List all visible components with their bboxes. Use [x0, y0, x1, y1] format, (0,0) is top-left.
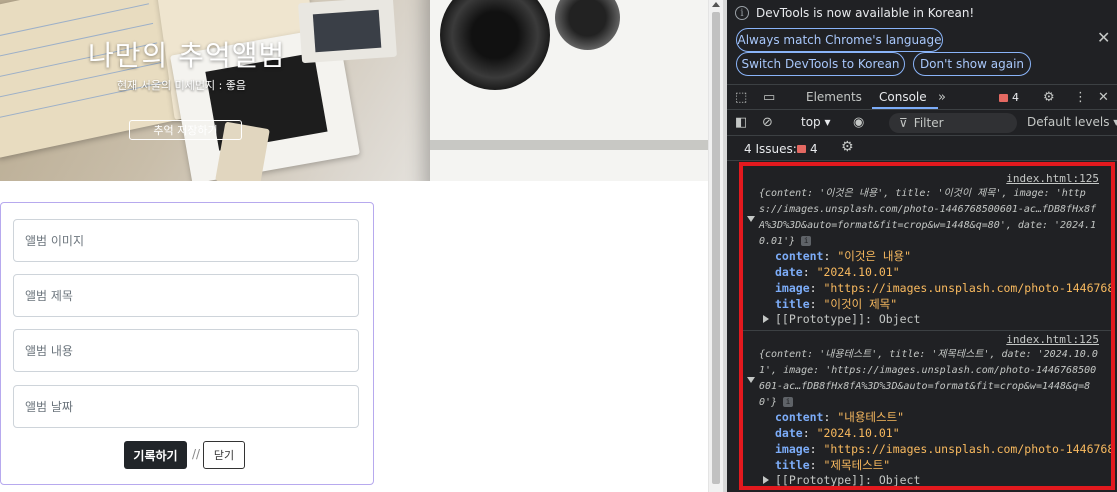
dust-status-text: 현재 서울의 미세먼지 : 좋음 — [117, 79, 247, 92]
log-source-link[interactable]: index.html:125 — [1006, 333, 1099, 346]
inspect-element-icon[interactable]: ⬚ — [735, 90, 747, 105]
button-separator: // — [192, 447, 201, 461]
log-source-link[interactable]: index.html:125 — [1006, 172, 1099, 185]
log-object-summary[interactable]: {content: '이것은 내용', title: '이것이 제목', ima… — [759, 186, 1099, 250]
issues-label: 4 Issues: — [744, 142, 797, 156]
device-toolbar-icon[interactable]: ▭ — [763, 90, 775, 105]
error-icon — [999, 93, 1008, 102]
settings-gear-icon[interactable]: ⚙ — [1043, 90, 1055, 105]
log-property-row: title: "이것이 제목" — [775, 297, 898, 311]
log-property-row: content: "이것은 내용" — [775, 249, 911, 263]
sidebar-toggle-icon[interactable]: ◧ — [735, 115, 747, 130]
dont-show-again-button[interactable]: Don't show again — [913, 52, 1031, 76]
log-property-row: date: "2024.10.01" — [775, 426, 900, 440]
page-title: 나만의 추억앨범 — [88, 39, 286, 72]
web-page: 나만의 추억앨범 현재 서울의 미세먼지 : 좋음 추억 저장하기 앨범 이미지… — [0, 0, 708, 492]
album-content-input[interactable]: 앨범 내용 — [13, 329, 359, 372]
language-notice-text: DevTools is now available in Korean! — [756, 6, 975, 20]
tab-console[interactable]: Console — [879, 90, 927, 104]
collapsed-arrow-icon[interactable] — [763, 476, 769, 484]
console-log-entry: index.html:125 {content: '이것은 내용', title… — [743, 170, 1111, 330]
close-devtools-icon[interactable]: ✕ — [1098, 90, 1109, 105]
issues-settings-gear-icon[interactable]: ⚙ — [841, 139, 854, 155]
log-levels-dropdown[interactable]: Default levels ▾ — [1027, 115, 1117, 129]
error-icon — [797, 145, 806, 153]
hero-camera-stripe — [430, 140, 708, 150]
language-notice: i DevTools is now available in Korean! — [735, 6, 974, 20]
more-tabs-chevron-icon[interactable]: » — [938, 90, 946, 105]
log-object-summary[interactable]: {content: '내용테스트', title: '제목테스트', date:… — [759, 347, 1099, 411]
issues-count-badge[interactable]: 4 — [797, 142, 818, 156]
hero-photo-slide-small — [298, 0, 397, 64]
album-title-input[interactable]: 앨범 제목 — [13, 274, 359, 317]
issues-bar: 4 Issues: 4 ⚙ — [727, 136, 1117, 161]
context-selector[interactable]: top ▾ — [801, 115, 831, 129]
close-button[interactable]: 닫기 — [203, 441, 245, 469]
log-prototype-row[interactable]: [[Prototype]]: Object — [763, 312, 920, 326]
scroll-up-arrow-icon[interactable] — [712, 2, 720, 7]
console-log-entry: index.html:125 {content: '내용테스트', title:… — [743, 330, 1111, 486]
expand-arrow-icon[interactable] — [747, 216, 755, 222]
devtools-tab-bar: ⬚ ▭ Elements Console » 4 ⚙ ⋮ ✕ — [727, 84, 1117, 110]
kebab-menu-icon[interactable]: ⋮ — [1074, 90, 1087, 105]
live-expression-eye-icon[interactable]: ◉ — [853, 115, 864, 130]
filter-input[interactable]: ⊽ Filter — [889, 113, 1017, 133]
record-button[interactable]: 기록하기 — [124, 441, 187, 469]
clear-console-icon[interactable]: ⊘ — [762, 115, 773, 130]
scrollbar-thumb[interactable] — [712, 12, 720, 484]
always-match-language-button[interactable]: Always match Chrome's language — [736, 28, 943, 52]
collapsed-arrow-icon[interactable] — [763, 315, 769, 323]
log-prototype-row[interactable]: [[Prototype]]: Object — [763, 473, 920, 486]
tab-elements[interactable]: Elements — [806, 90, 862, 104]
album-date-input[interactable]: 앨범 날짜 — [13, 385, 359, 428]
info-icon: i — [735, 6, 749, 20]
error-count-badge[interactable]: 4 — [999, 91, 1019, 104]
log-property-row: image: "https://images.unsplash.com/phot… — [775, 442, 1115, 456]
info-badge-icon: i — [783, 397, 794, 407]
console-toolbar: ◧ ⊘ top ▾ ◉ ⊽ Filter Default levels ▾ — [727, 110, 1117, 136]
log-property-row: date: "2024.10.01" — [775, 265, 900, 279]
active-tab-indicator — [872, 107, 938, 109]
console-output-highlighted: index.html:125 {content: '이것은 내용', title… — [739, 162, 1115, 490]
log-property-row: title: "제목테스트" — [775, 458, 891, 472]
filter-icon: ⊽ — [899, 116, 908, 130]
info-badge-icon: i — [801, 236, 812, 246]
expand-arrow-icon[interactable] — [747, 377, 755, 383]
screen: 나만의 추억앨범 현재 서울의 미세먼지 : 좋음 추억 저장하기 앨범 이미지… — [0, 0, 1117, 492]
switch-to-korean-button[interactable]: Switch DevTools to Korean — [736, 52, 905, 76]
page-scrollbar[interactable] — [708, 0, 723, 492]
album-form-card: 앨범 이미지 앨범 제목 앨범 내용 앨범 날짜 기록하기 // 닫기 — [0, 202, 374, 485]
log-property-row: image: "https://images.unsplash.com/phot… — [775, 281, 1115, 295]
album-image-input[interactable]: 앨범 이미지 — [13, 219, 359, 262]
log-property-row: content: "내용테스트" — [775, 410, 905, 424]
close-icon[interactable]: ✕ — [1097, 28, 1110, 47]
hero-banner: 나만의 추억앨범 현재 서울의 미세먼지 : 좋음 추억 저장하기 — [0, 0, 708, 181]
save-memory-button[interactable]: 추억 저장하기 — [129, 120, 242, 140]
devtools-panel: i DevTools is now available in Korean! A… — [727, 0, 1117, 492]
